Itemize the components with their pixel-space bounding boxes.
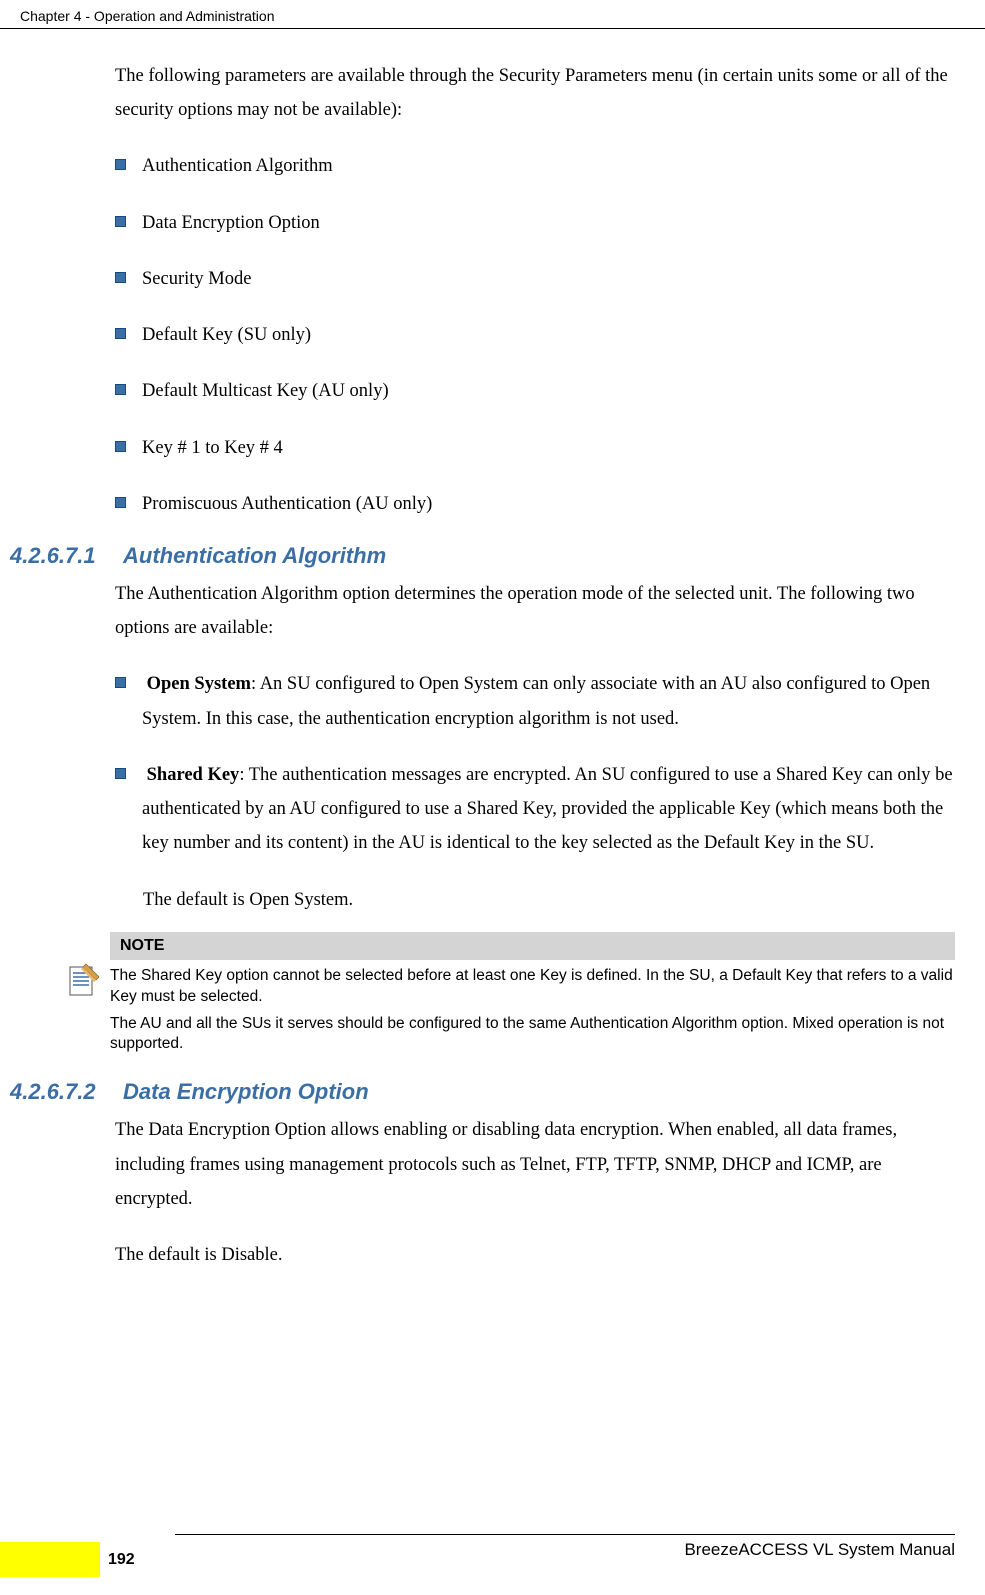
footer-page-strip: 192 bbox=[0, 1542, 175, 1577]
bullet-text: Authentication Algorithm bbox=[142, 149, 955, 183]
note-line: The Shared Key option cannot be selected… bbox=[110, 966, 955, 1008]
list-item: Data Encryption Option bbox=[115, 206, 955, 240]
note-header: NOTE bbox=[110, 932, 955, 960]
page-header: Chapter 4 - Operation and Administration bbox=[0, 0, 985, 29]
bullet-text: Promiscuous Authentication (AU only) bbox=[142, 487, 955, 521]
list-item: Security Mode bbox=[115, 262, 955, 296]
section-paragraph: The Data Encryption Option allows enabli… bbox=[115, 1113, 955, 1216]
section-number: 4.2.6.7.1 bbox=[10, 543, 123, 569]
page-number: 192 bbox=[100, 1542, 175, 1577]
list-item: Default Key (SU only) bbox=[115, 318, 955, 352]
bullet-text: Default Key (SU only) bbox=[142, 318, 955, 352]
bullet-text: Open System: An SU configured to Open Sy… bbox=[142, 667, 955, 735]
list-item: Open System: An SU configured to Open Sy… bbox=[115, 667, 955, 735]
bullet-square-icon bbox=[115, 768, 126, 779]
intro-paragraph: The following parameters are available t… bbox=[115, 59, 955, 127]
bullet-text: Security Mode bbox=[142, 262, 955, 296]
bullet-square-icon bbox=[115, 441, 126, 452]
section-paragraph: The default is Disable. bbox=[115, 1238, 955, 1272]
footer-yellow-block bbox=[0, 1542, 100, 1577]
bullet-square-icon bbox=[115, 216, 126, 227]
bullet-square-icon bbox=[115, 159, 126, 170]
section-heading-auth-algorithm: 4.2.6.7.1 Authentication Algorithm bbox=[10, 543, 955, 569]
bullet-square-icon bbox=[115, 384, 126, 395]
section-heading-data-encryption: 4.2.6.7.2 Data Encryption Option bbox=[10, 1079, 955, 1105]
bullet-square-icon bbox=[115, 677, 126, 688]
note-body: The Shared Key option cannot be selected… bbox=[110, 960, 955, 1068]
option-label: Open System bbox=[147, 674, 251, 694]
list-item: Shared Key: The authentication messages … bbox=[115, 758, 955, 861]
note-content: NOTE The Shared Key option cannot be sel… bbox=[110, 932, 955, 1068]
note-line: The AU and all the SUs it serves should … bbox=[110, 1014, 955, 1056]
bullet-text: Default Multicast Key (AU only) bbox=[142, 374, 955, 408]
section-intro: The Authentication Algorithm option dete… bbox=[115, 577, 955, 645]
bullet-square-icon bbox=[115, 497, 126, 508]
section-title: Data Encryption Option bbox=[123, 1079, 369, 1105]
list-item: Authentication Algorithm bbox=[115, 149, 955, 183]
footer-manual-name: BreezeACCESS VL System Manual bbox=[684, 1540, 955, 1560]
option-desc: : The authentication messages are encryp… bbox=[142, 765, 953, 853]
default-text: The default is Open System. bbox=[143, 883, 955, 917]
list-item: Default Multicast Key (AU only) bbox=[115, 374, 955, 408]
section-number: 4.2.6.7.2 bbox=[10, 1079, 123, 1105]
bullet-square-icon bbox=[115, 328, 126, 339]
bullet-text: Data Encryption Option bbox=[142, 206, 955, 240]
notepad-pencil-icon bbox=[55, 932, 110, 1068]
footer-rule bbox=[175, 1534, 955, 1535]
chapter-title: Chapter 4 - Operation and Administration bbox=[20, 8, 274, 24]
list-item: Promiscuous Authentication (AU only) bbox=[115, 487, 955, 521]
note-box: NOTE The Shared Key option cannot be sel… bbox=[55, 932, 955, 1068]
option-label: Shared Key bbox=[147, 765, 240, 785]
bullet-text: Shared Key: The authentication messages … bbox=[142, 758, 955, 861]
list-item: Key # 1 to Key # 4 bbox=[115, 431, 955, 465]
option-desc: : An SU configured to Open System can on… bbox=[142, 674, 930, 728]
section-title: Authentication Algorithm bbox=[123, 543, 386, 569]
bullet-square-icon bbox=[115, 272, 126, 283]
page-content: The following parameters are available t… bbox=[0, 29, 985, 1272]
bullet-text: Key # 1 to Key # 4 bbox=[142, 431, 955, 465]
